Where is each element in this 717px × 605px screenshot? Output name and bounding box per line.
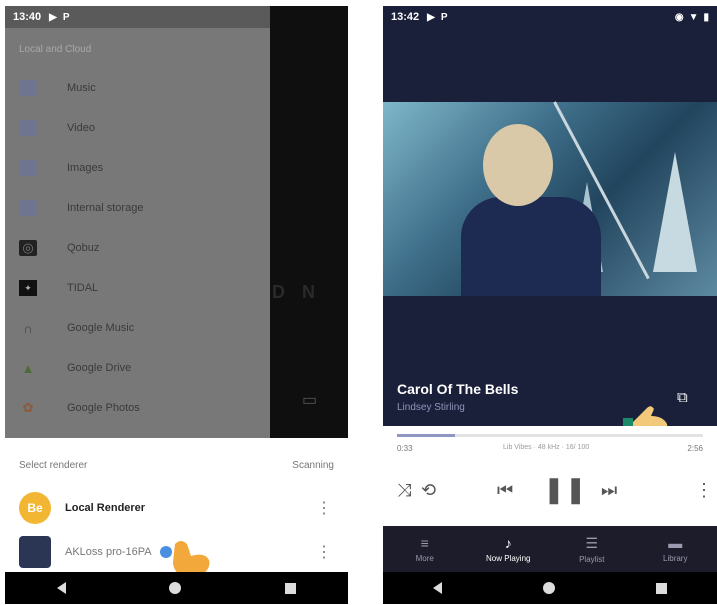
seek-bar-fill (397, 434, 456, 437)
drawer-item-google-music[interactable]: ∩ Google Music (5, 308, 270, 348)
drawer-item-label: Images (67, 162, 104, 174)
tidal-icon: ✦ (19, 280, 37, 296)
recent-apps-icon[interactable] (655, 582, 667, 594)
sheet-title: Select renderer (19, 460, 88, 471)
folder-icon (19, 120, 37, 136)
drawer-item-google-drive[interactable]: ▲ Google Drive (5, 348, 270, 388)
playlist-icon: ☰ (585, 534, 599, 551)
back-icon[interactable] (433, 582, 443, 594)
drawer-section-title: Local and Cloud (19, 44, 92, 55)
tab-more[interactable]: ≡ More (383, 526, 467, 572)
wifi-icon: ▼ (688, 11, 699, 23)
google-photos-icon: ✿ (22, 400, 34, 415)
navigation-drawer: Local and Cloud Music Video Images Inter… (5, 28, 270, 446)
playback-controls: ⤨ ⟲ ⏮ ❚❚ ⏭ ⋮ (383, 462, 717, 526)
right-phone-screen: 13:42 ▶ P ◉ ▼ ▮ Carol Of The Bells Linds… (383, 6, 717, 604)
drawer-item-label: Google Drive (67, 362, 132, 374)
shuffle-icon[interactable]: ⤨ (397, 480, 411, 501)
recent-apps-icon[interactable] (285, 582, 297, 594)
tab-label: Now Playing (486, 554, 531, 563)
battery-icon: ▮ (703, 11, 709, 23)
background-text: D N (272, 282, 321, 302)
renderer-item-local[interactable]: Be Local Renderer ⋮ (5, 486, 348, 530)
location-icon: ◉ (674, 11, 684, 23)
track-title: Carol Of The Bells (397, 381, 519, 397)
status-bar: 13:42 ▶ P ◉ ▼ ▮ (383, 6, 717, 28)
tab-label: More (415, 554, 434, 563)
background-player: D N ▭ (270, 6, 348, 446)
folder-icon (19, 80, 37, 96)
drawer-item-label: Video (67, 122, 95, 134)
previous-track-icon[interactable]: ⏮ (497, 480, 513, 501)
device-renderer-avatar (19, 536, 51, 568)
folder-icon (19, 200, 37, 216)
folder-icon (19, 160, 37, 176)
track-artist: Lindsey Stirling (397, 402, 465, 413)
renderer-bottom-sheet: Select renderer Scanning Be Local Render… (5, 438, 348, 576)
drawer-item-label: Qobuz (67, 242, 100, 254)
play-notification-icon: ▶ (427, 11, 435, 23)
status-time: 13:40 (13, 11, 42, 23)
art-figure-head (483, 124, 553, 206)
drawer-item-label: Music (67, 82, 96, 94)
art-tree (653, 152, 697, 272)
tab-label: Library (663, 554, 688, 563)
more-options-icon[interactable]: ⋮ (316, 542, 332, 562)
drawer-item-qobuz[interactable]: ◎ Qobuz (5, 228, 270, 268)
home-icon[interactable] (169, 582, 182, 594)
parking-notification-icon: P (440, 11, 448, 23)
more-options-icon[interactable]: ⋮ (316, 498, 332, 518)
repeat-icon[interactable]: ⟲ (421, 480, 436, 501)
status-time: 13:42 (391, 11, 420, 23)
play-notification-icon: ▶ (49, 11, 57, 23)
system-nav-bar (383, 572, 717, 604)
system-nav-bar (5, 572, 348, 604)
tab-now-playing[interactable]: ♪ Now Playing (467, 526, 551, 572)
more-options-icon[interactable]: ⋮ (695, 480, 713, 501)
art-figure-body (461, 197, 601, 296)
drawer-item-label: Google Music (67, 322, 135, 334)
left-phone-screen: 13:40 ▶ P ◉ ▼ ▮ D N ▭ Local and Cloud Mu… (5, 6, 348, 604)
renderer-name: AKLoss pro-16PA (65, 546, 152, 558)
qobuz-icon: ◎ (19, 240, 37, 256)
tab-library[interactable]: ▬ Library (634, 526, 717, 572)
cast-icon[interactable]: ⧉ (677, 389, 688, 406)
home-icon[interactable] (542, 582, 555, 594)
music-note-icon: ♪ (504, 535, 512, 551)
headphones-icon: ∩ (23, 320, 33, 336)
progress-area: 0:33 Lib Vibes · 48 kHz · 16/ 100 2:56 (383, 426, 717, 462)
back-icon[interactable] (56, 582, 66, 594)
drawer-item-label: Internal storage (67, 202, 144, 214)
folder-icon: ▬ (668, 535, 683, 551)
stream-info: Lib Vibes · 48 kHz · 16/ 100 (503, 444, 590, 451)
drawer-item-internal-storage[interactable]: Internal storage (5, 188, 270, 228)
scanning-status: Scanning (292, 460, 334, 471)
drawer-item-tidal[interactable]: ✦ TIDAL (5, 268, 270, 308)
menu-icon: ≡ (420, 535, 429, 551)
drawer-item-images[interactable]: Images (5, 148, 270, 188)
background-cast-icon: ▭ (302, 392, 318, 409)
bottom-navigation: ≡ More ♪ Now Playing ☰ Playlist ▬ Librar… (383, 526, 717, 572)
seek-bar[interactable] (397, 434, 703, 437)
parking-notification-icon: P (62, 11, 70, 23)
tab-label: Playlist (579, 554, 605, 564)
drawer-item-label: Google Photos (67, 402, 140, 414)
pause-icon[interactable]: ❚❚ (543, 474, 587, 505)
drawer-item-video[interactable]: Video (5, 108, 270, 148)
next-track-icon[interactable]: ⏭ (601, 480, 617, 501)
local-renderer-avatar: Be (19, 492, 51, 524)
tab-playlist[interactable]: ☰ Playlist (550, 526, 634, 572)
drawer-item-music[interactable]: Music (5, 68, 270, 108)
renderer-name: Local Renderer (65, 502, 146, 514)
drawer-item-google-photos[interactable]: ✿ Google Photos (5, 388, 270, 428)
google-drive-icon: ▲ (21, 360, 35, 376)
album-art (383, 101, 717, 296)
drawer-item-label: TIDAL (67, 282, 99, 294)
total-time: 2:56 (687, 444, 703, 453)
elapsed-time: 0:33 (397, 444, 413, 453)
